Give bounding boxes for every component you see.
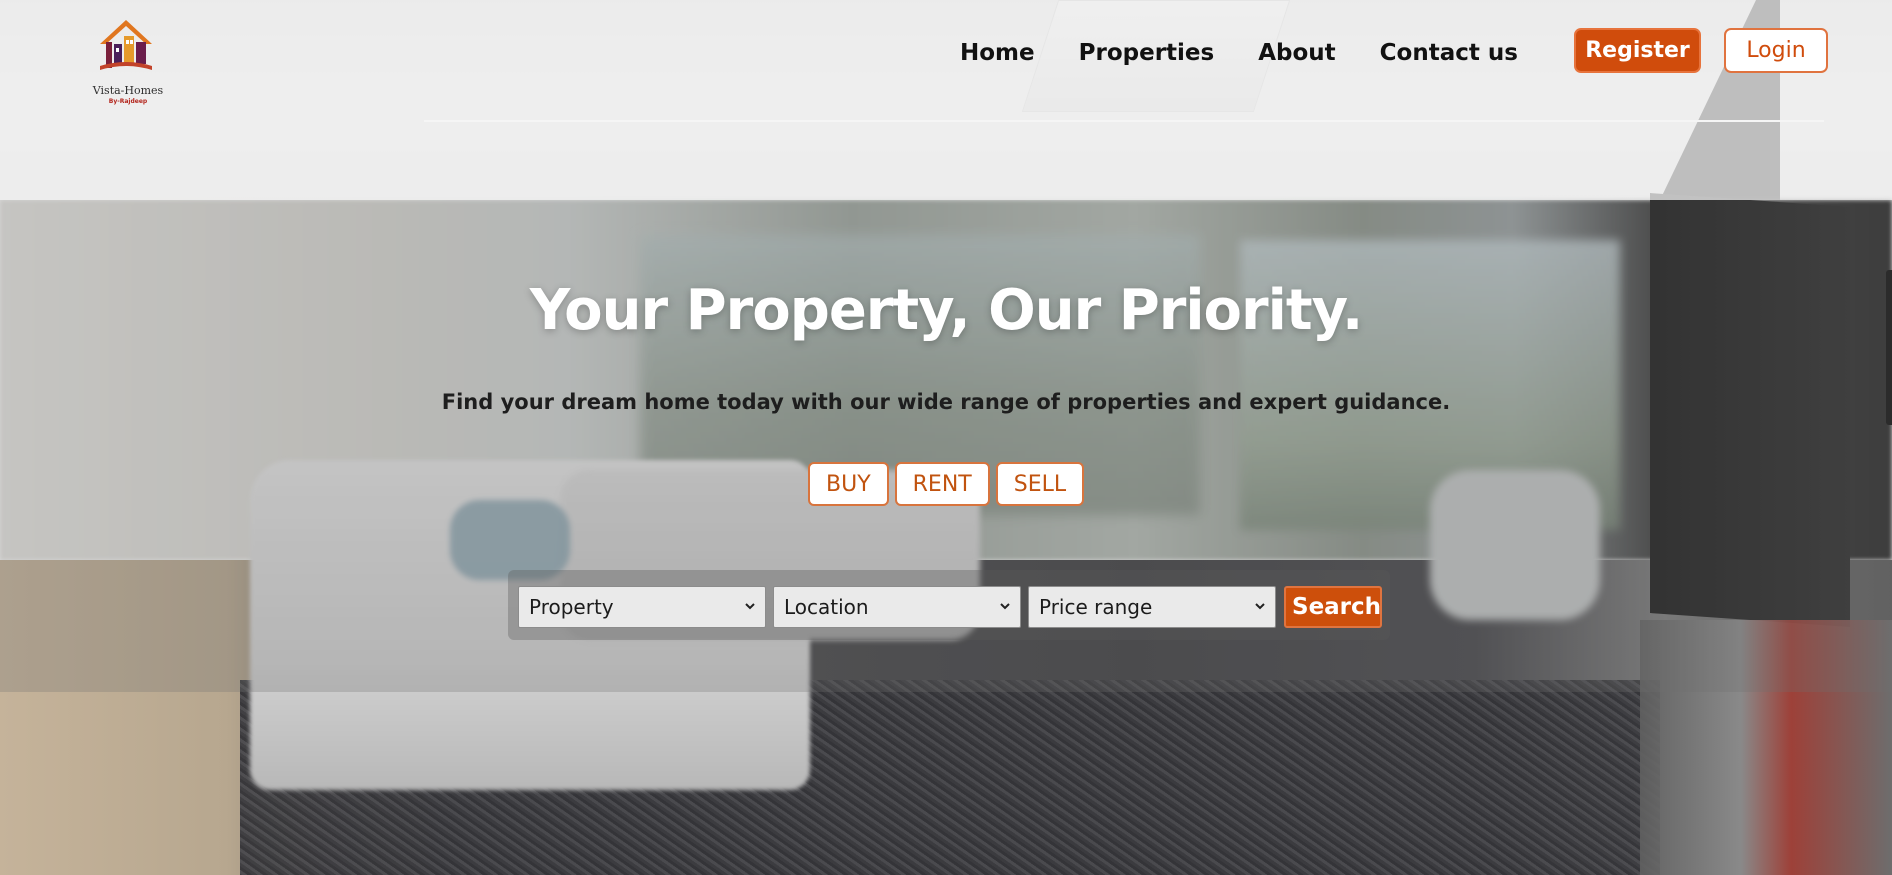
- nav-about[interactable]: About: [1258, 40, 1335, 66]
- nav-home[interactable]: Home: [960, 40, 1035, 66]
- price-range-select-value: Price range: [1039, 595, 1153, 619]
- rent-button[interactable]: RENT: [894, 462, 990, 506]
- hero-title: Your Property, Our Priority.: [529, 278, 1364, 343]
- listing-mode-selector: BUY RENT SELL: [808, 462, 1085, 506]
- brand-name: Vista-Homes: [92, 84, 164, 97]
- property-search-bar: Property Location Price range Search: [508, 570, 1390, 640]
- chevron-down-icon: [1255, 603, 1265, 610]
- register-button[interactable]: Register: [1574, 28, 1701, 73]
- header-divider: [424, 120, 1824, 122]
- hero-section: Your Property, Our Priority. Find your d…: [0, 200, 1892, 692]
- nav-properties[interactable]: Properties: [1079, 40, 1215, 66]
- price-range-select[interactable]: Price range: [1028, 586, 1276, 628]
- site-header: Vista-Homes By-Rajdeep Home Properties A…: [0, 0, 1892, 200]
- hero-subtitle: Find your dream home today with our wide…: [441, 390, 1451, 414]
- property-type-select-value: Property: [529, 595, 614, 619]
- house-logo-icon: [100, 20, 152, 70]
- property-type-select[interactable]: Property: [518, 586, 766, 628]
- location-select[interactable]: Location: [773, 586, 1021, 628]
- nav-contact-us[interactable]: Contact us: [1380, 40, 1518, 66]
- sell-button[interactable]: SELL: [995, 462, 1085, 506]
- search-button[interactable]: Search: [1284, 586, 1382, 628]
- chevron-down-icon: [745, 603, 755, 610]
- brand-logo[interactable]: Vista-Homes By-Rajdeep: [86, 14, 170, 109]
- buy-button[interactable]: BUY: [808, 462, 889, 506]
- main-nav: Home Properties About Contact us: [960, 30, 1562, 76]
- login-button[interactable]: Login: [1724, 28, 1828, 73]
- chevron-down-icon: [1000, 603, 1010, 610]
- side-scroll-tab[interactable]: [1886, 270, 1892, 425]
- brand-tagline: By-Rajdeep: [108, 98, 148, 105]
- location-select-value: Location: [784, 595, 869, 619]
